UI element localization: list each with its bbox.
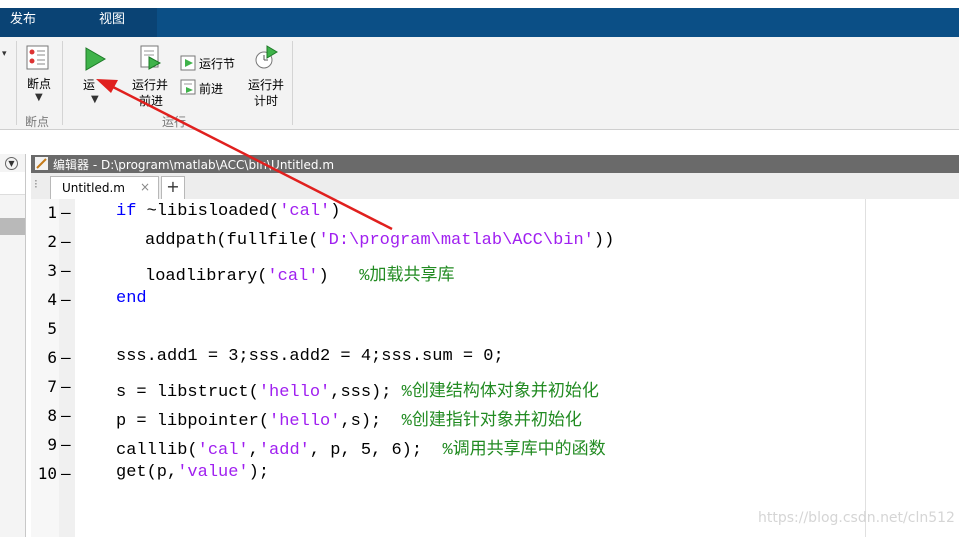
watermark: https://blog.csdn.net/cln512 <box>758 510 955 526</box>
annotation-arrow <box>96 79 393 231</box>
